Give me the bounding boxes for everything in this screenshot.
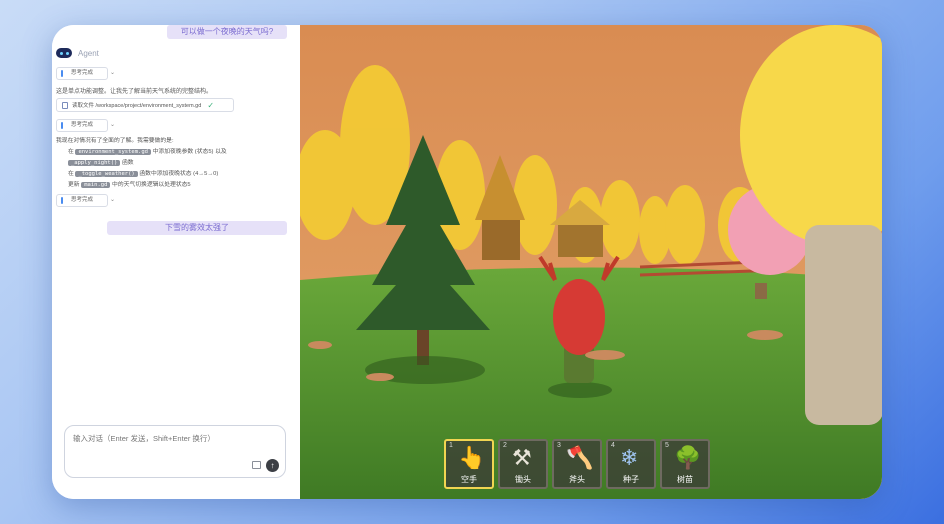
hotbar-slot-5[interactable]: 5 🌳 树苗 (660, 439, 710, 489)
check-icon: ✓ (207, 100, 215, 110)
chevron-down-icon[interactable]: ⌄ (110, 196, 115, 203)
slot-number: 4 (611, 442, 615, 449)
plan-item: 在 _toggle_weather() 函数中添加夜晚状态 (4→5→0) (56, 169, 291, 180)
code-span: environment_system.gd (75, 149, 151, 155)
slot-label: 空手 (461, 475, 477, 484)
thinking-toggle[interactable]: 思考完成 (56, 67, 108, 80)
plan-item: 在 environment_system.gd 中添加夜晚参数 (状态5) 以及 (56, 147, 291, 158)
chevron-down-icon[interactable]: ⌄ (110, 69, 115, 76)
hoe-icon: ⚒ (512, 445, 532, 470)
hand-icon: 👆 (458, 445, 486, 470)
plan-item: 更新 main.gd 中的天气切换逻辑以处理状态5 (56, 180, 291, 191)
robot-icon (56, 48, 72, 58)
game-scene (300, 25, 882, 499)
slot-label: 锄头 (515, 475, 531, 484)
agent-message: 这是单点功能调整。让我先了解当前天气系统的完整结构。 (56, 89, 213, 95)
plan-text: 中添加夜晚参数 (状态5) 以及 (152, 149, 227, 155)
hotbar: 1 👆 空手 2 ⚒ 锄头 3 🪓 斧头 4 ❄ 种子 5 🌳 树苗 (444, 439, 710, 489)
hotbar-slot-2[interactable]: 2 ⚒ 锄头 (498, 439, 548, 489)
file-icon (62, 101, 68, 109)
agent-plan: 我现在对情况有了全面的了解。我需要做的是: 在 environment_syst… (56, 136, 291, 191)
axe-icon: 🪓 (566, 445, 594, 470)
plan-intro: 我现在对情况有了全面的了解。我需要做的是: (56, 138, 174, 144)
plan-text: 在 (68, 149, 74, 155)
code-span: _apply_night() (68, 160, 121, 166)
slot-number: 5 (665, 442, 669, 449)
thinking-toggle[interactable]: 思考完成 (56, 119, 108, 132)
game-viewport[interactable]: 1 👆 空手 2 ⚒ 锄头 3 🪓 斧头 4 ❄ 种子 5 🌳 树苗 (300, 25, 882, 499)
file-read-action[interactable]: 读取文件 /workspace/project/environment_syst… (56, 98, 234, 112)
user-message: 下雪的雾效太强了 (107, 221, 287, 235)
slot-number: 1 (449, 442, 453, 449)
hotbar-slot-3[interactable]: 3 🪓 斧头 (552, 439, 602, 489)
chevron-down-icon[interactable]: ⌄ (110, 121, 115, 128)
sapling-icon: 🌳 (674, 445, 702, 470)
plan-text: 函数 (121, 160, 134, 166)
code-span: main.gd (81, 182, 111, 188)
plan-text: 函数中添加夜晚状态 (4→5→0) (139, 171, 219, 177)
slot-number: 3 (557, 442, 561, 449)
file-action-label: 读取文件 /workspace/project/environment_syst… (72, 103, 202, 109)
app-window: 可以做一个夜晚的天气吗? Agent 思考完成 ⌄ 这是单点功能调整。让我先了解… (52, 25, 882, 499)
slot-label: 树苗 (677, 475, 693, 484)
slot-label: 种子 (623, 475, 639, 484)
seed-icon: ❄ (620, 445, 639, 470)
plan-text: 中的天气切换逻辑以处理状态5 (112, 182, 191, 188)
hotbar-slot-4[interactable]: 4 ❄ 种子 (606, 439, 656, 489)
send-button[interactable]: ↑ (266, 459, 279, 472)
chat-input[interactable]: 输入对话（Enter 发送，Shift+Enter 换行） ↑ (64, 425, 286, 478)
user-message: 可以做一个夜晚的天气吗? (167, 25, 287, 39)
agent-header: Agent (56, 48, 99, 58)
hotbar-slot-1[interactable]: 1 👆 空手 (444, 439, 494, 489)
slot-label: 斧头 (569, 475, 585, 484)
plan-item: _apply_night() 函数 (56, 158, 291, 169)
slot-number: 2 (503, 442, 507, 449)
chat-panel: 可以做一个夜晚的天气吗? Agent 思考完成 ⌄ 这是单点功能调整。让我先了解… (52, 25, 300, 499)
thinking-toggle[interactable]: 思考完成 (56, 194, 108, 207)
plan-text: 更新 (68, 182, 80, 188)
plan-text: 在 (68, 171, 74, 177)
image-upload-icon[interactable] (252, 461, 261, 469)
code-span: _toggle_weather() (75, 171, 138, 177)
agent-name: Agent (78, 48, 99, 58)
input-placeholder: 输入对话（Enter 发送，Shift+Enter 换行） (73, 434, 215, 443)
